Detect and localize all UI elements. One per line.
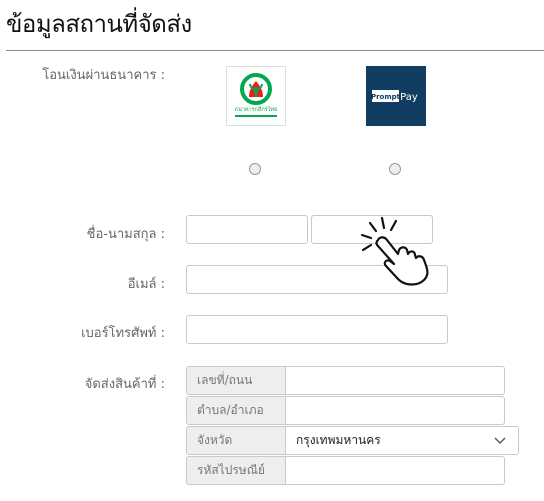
street-addon: เลขที่/ถนน bbox=[186, 366, 286, 395]
subdistrict-addon: ตำบล/อำเภอ bbox=[186, 396, 286, 425]
shipping-label: จัดส่งสินค้าที่ : bbox=[84, 377, 165, 392]
name-label: ชื่อ-นามสกุล : bbox=[86, 227, 165, 242]
promptpay-logo-icon: Prompt Pay bbox=[371, 90, 418, 103]
title-divider bbox=[6, 50, 544, 51]
kasikorn-logo-text: ธนาคารกสิกรไทย bbox=[235, 106, 278, 113]
page-title: ข้อมูลสถานที่จัดส่ง bbox=[6, 10, 192, 38]
radio-kasikorn[interactable] bbox=[249, 163, 261, 175]
radio-promptpay[interactable] bbox=[389, 163, 401, 175]
province-addon: จังหวัด bbox=[186, 426, 286, 455]
payment-label: โอนเงินผ่านธนาคาร : bbox=[42, 68, 165, 83]
province-value: กรุงเทพมหานคร bbox=[296, 433, 381, 447]
promptpay-logo-text-a: Prompt bbox=[371, 93, 401, 101]
promptpay-logo[interactable]: Prompt Pay bbox=[366, 66, 426, 126]
subdistrict-input[interactable] bbox=[286, 396, 505, 425]
pointer-hand-click-icon bbox=[360, 216, 429, 286]
phone-label: เบอร์โทรศัพท์ : bbox=[81, 326, 165, 341]
email-label: อีเมล์ : bbox=[127, 277, 165, 292]
first-name-input[interactable] bbox=[186, 215, 308, 244]
kasikorn-logo-icon: ธนาคารกสิกรไทย bbox=[235, 73, 278, 117]
province-select[interactable]: กรุงเทพมหานคร bbox=[286, 426, 519, 455]
kasikorn-logo[interactable]: ธนาคารกสิกรไทย bbox=[226, 66, 286, 126]
phone-input[interactable] bbox=[186, 315, 448, 344]
postcode-addon: รหัสไปรษณีย์ bbox=[186, 456, 286, 485]
postcode-input[interactable] bbox=[286, 456, 505, 485]
promptpay-logo-text-b: Pay bbox=[400, 92, 418, 103]
street-input[interactable] bbox=[286, 366, 505, 395]
chevron-down-icon bbox=[494, 437, 506, 444]
